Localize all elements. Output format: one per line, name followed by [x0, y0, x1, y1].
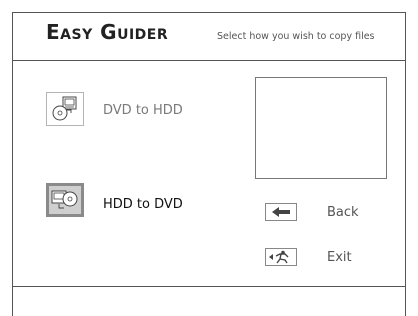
app-title: Easy Guider	[46, 20, 169, 44]
back-button[interactable]: Back	[327, 205, 359, 220]
preview-panel	[255, 77, 387, 179]
dvd-to-hdd-icon[interactable]	[46, 92, 84, 126]
page-subtitle: Select how you wish to copy files	[217, 31, 375, 42]
option-dvd-to-hdd[interactable]: DVD to HDD	[103, 103, 183, 118]
hdd-to-dvd-icon[interactable]	[46, 183, 84, 217]
footer-divider	[12, 286, 406, 287]
exit-button[interactable]: Exit	[327, 250, 352, 265]
header-divider	[12, 60, 406, 61]
option-hdd-to-dvd[interactable]: HDD to DVD	[103, 197, 183, 212]
left-arrow-icon[interactable]	[265, 203, 297, 221]
exit-runner-icon[interactable]	[265, 248, 297, 266]
